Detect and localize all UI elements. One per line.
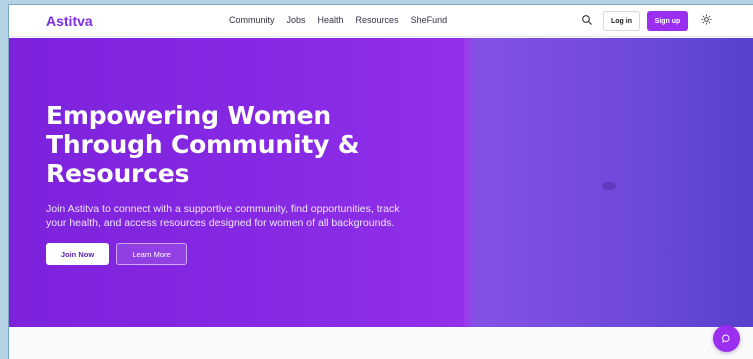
hero-title: Empowering Women Through Community & Res…: [46, 101, 426, 188]
sun-icon[interactable]: [701, 14, 712, 25]
nav-link-jobs[interactable]: Jobs: [287, 15, 306, 25]
nav-link-community[interactable]: Community: [229, 15, 275, 25]
brand-logo[interactable]: Astitva: [46, 13, 93, 29]
join-now-button[interactable]: Join Now: [46, 243, 109, 265]
login-button[interactable]: Log in: [603, 11, 640, 31]
nav-link-resources[interactable]: Resources: [356, 15, 399, 25]
hero-decoration: [602, 182, 616, 190]
hero-section: Empowering Women Through Community & Res…: [9, 38, 753, 327]
search-icon[interactable]: [581, 14, 593, 26]
hero-subtitle: Join Astitva to connect with a supportiv…: [46, 202, 416, 230]
hero-title-line-3: Resources: [46, 159, 190, 188]
nav-link-health[interactable]: Health: [318, 15, 344, 25]
nav-link-shefund[interactable]: SheFund: [411, 15, 448, 25]
nav-links: Community Jobs Health Resources SheFund: [229, 15, 447, 25]
hero-subtitle-line-1: Join Astitva to connect with a supportiv…: [46, 203, 400, 215]
top-navbar: Astitva Community Jobs Health Resources …: [9, 5, 753, 37]
page-content-area: [9, 327, 753, 359]
hero-subtitle-line-2: your health, and access resources design…: [46, 217, 395, 229]
chat-bubble-icon: [722, 334, 730, 343]
browser-viewport: Astitva Community Jobs Health Resources …: [8, 4, 753, 359]
chat-button[interactable]: [713, 325, 740, 352]
hero-title-line-2: Through Community &: [46, 130, 360, 159]
signup-button[interactable]: Sign up: [647, 11, 688, 31]
learn-more-button[interactable]: Learn More: [116, 243, 187, 265]
hero-title-line-1: Empowering Women: [46, 101, 332, 130]
